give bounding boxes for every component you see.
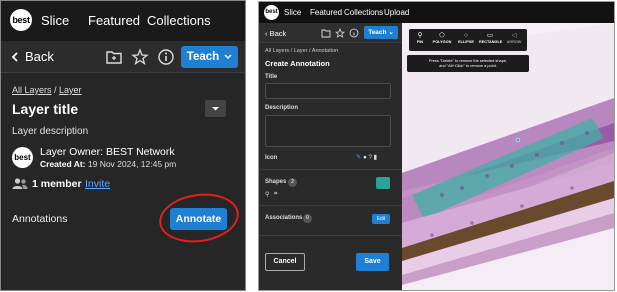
nav-slice[interactable]: Slice: [284, 8, 301, 17]
star-icon[interactable]: [131, 48, 149, 66]
ellipse-icon: ○: [464, 32, 468, 39]
best-logo[interactable]: best: [264, 5, 279, 20]
shapes-count-badge: 2: [288, 178, 297, 187]
pin-icon: ⚲: [417, 32, 423, 39]
nav-featured[interactable]: Featured: [310, 8, 342, 17]
owner-avatar: best: [12, 147, 33, 168]
top-nav: best Slice Featured Collections Upload: [259, 2, 614, 23]
best-logo[interactable]: best: [10, 9, 32, 31]
layer-panel: best Slice Featured Collections Back Tea…: [0, 0, 246, 291]
shape-select-button[interactable]: [376, 177, 390, 189]
description-input[interactable]: [265, 115, 391, 147]
top-nav: best Slice Featured Collections: [1, 1, 245, 41]
shapes-label: Shapes: [265, 179, 287, 185]
tool-pin[interactable]: ⚲ PIN: [409, 31, 431, 44]
member-count: 1 member: [32, 178, 82, 190]
back-label: Back: [269, 29, 287, 38]
tool-label: ELLIPSE: [458, 40, 474, 44]
teach-label: Teach: [368, 29, 387, 36]
tool-ellipse[interactable]: ○ ELLIPSE: [455, 31, 477, 44]
teach-button[interactable]: Teach: [181, 46, 238, 68]
pen-icon[interactable]: ✎: [356, 154, 363, 161]
breadcrumb: All Layers / Layer: [12, 85, 82, 95]
layer-description: Layer description: [12, 126, 89, 137]
icon-picker[interactable]: ✎●?▮: [356, 153, 379, 161]
tool-label: ARROW: [506, 40, 522, 44]
created-at: Created At: 19 Nov 2024, 12:45 pm: [40, 159, 176, 169]
divider: [259, 169, 402, 170]
divider: [259, 205, 402, 206]
chevron-down-icon: [224, 54, 232, 59]
chevron-left-icon: [11, 51, 18, 62]
annotations-label: Annotations: [12, 213, 68, 225]
info-icon[interactable]: [157, 48, 175, 66]
rectangle-icon: ▭: [486, 32, 494, 39]
created-prefix: Created At:: [40, 159, 86, 169]
star-icon[interactable]: [335, 28, 345, 38]
back-button[interactable]: ‹ Back: [265, 29, 286, 38]
pin-icon[interactable]: ⚲: [265, 191, 269, 198]
create-annotation-screen: best Slice Featured Collections Upload ‹…: [258, 1, 615, 291]
shape-toolbar: ⚲ PIN ⬠ POLYGON ○ ELLIPSE ▭ RECTANGLE ◁ …: [409, 29, 527, 51]
highlight-circle: [156, 188, 242, 248]
tool-label: POLYGON: [432, 40, 452, 44]
polygon-icon[interactable]: ⌗: [274, 191, 277, 198]
save-button[interactable]: Save: [356, 253, 389, 271]
info-icon[interactable]: [349, 28, 359, 38]
nav-slice[interactable]: Slice: [41, 13, 69, 28]
nav-collections[interactable]: Collections: [147, 13, 211, 28]
icon-label: Icon: [265, 155, 278, 161]
divider: [259, 235, 402, 236]
associations-label: Associations: [265, 215, 303, 221]
title-label: Title: [265, 74, 278, 80]
caret-down-icon: [212, 107, 219, 111]
nav-collections[interactable]: Collections: [344, 8, 383, 17]
tooltip-line: and "Alt+Click" to remove a point.: [439, 63, 497, 68]
nav-upload[interactable]: Upload: [384, 8, 409, 17]
description-label: Description: [265, 105, 299, 111]
folder-add-icon[interactable]: [105, 48, 123, 66]
layer-options-dropdown[interactable]: [205, 100, 226, 117]
breadcrumb[interactable]: All Layers / Layer / Annotation: [265, 48, 338, 54]
tool-rectangle[interactable]: ▭ RECTANGLE: [479, 31, 503, 44]
arrow-icon: ◁: [511, 32, 517, 39]
associations-count-badge: 0: [303, 214, 312, 223]
back-label: Back: [25, 49, 54, 64]
layer-owner: Layer Owner: BEST Network: [40, 146, 175, 158]
nav-featured[interactable]: Featured: [88, 13, 140, 28]
layer-title: Layer title: [12, 101, 79, 117]
teach-label: Teach: [186, 51, 220, 63]
tool-arrow[interactable]: ◁ ARROW: [503, 31, 525, 44]
cancel-button[interactable]: Cancel: [265, 253, 305, 271]
polygon-icon: ⬠: [439, 32, 445, 39]
tool-label: PIN: [416, 40, 424, 44]
edit-associations-button[interactable]: Edit: [372, 214, 390, 224]
users-icon: [12, 178, 28, 189]
invite-link[interactable]: Invite: [85, 178, 110, 190]
title-input[interactable]: [265, 83, 391, 99]
shape-help-tooltip: Press "Delete" to remove the selected sh…: [407, 55, 529, 72]
form-heading: Create Annotation: [265, 59, 330, 68]
back-button[interactable]: Back: [11, 49, 54, 64]
folder-add-icon[interactable]: [321, 28, 331, 38]
breadcrumb-layer[interactable]: Layer: [59, 85, 82, 95]
breadcrumb-all-layers[interactable]: All Layers: [12, 85, 52, 95]
created-value: 19 Nov 2024, 12:45 pm: [87, 159, 177, 169]
book-icon[interactable]: ▮: [374, 154, 379, 161]
tool-polygon[interactable]: ⬠ POLYGON: [431, 31, 453, 44]
tool-label: RECTANGLE: [479, 40, 503, 44]
teach-button[interactable]: Teach ⌄: [364, 26, 398, 39]
